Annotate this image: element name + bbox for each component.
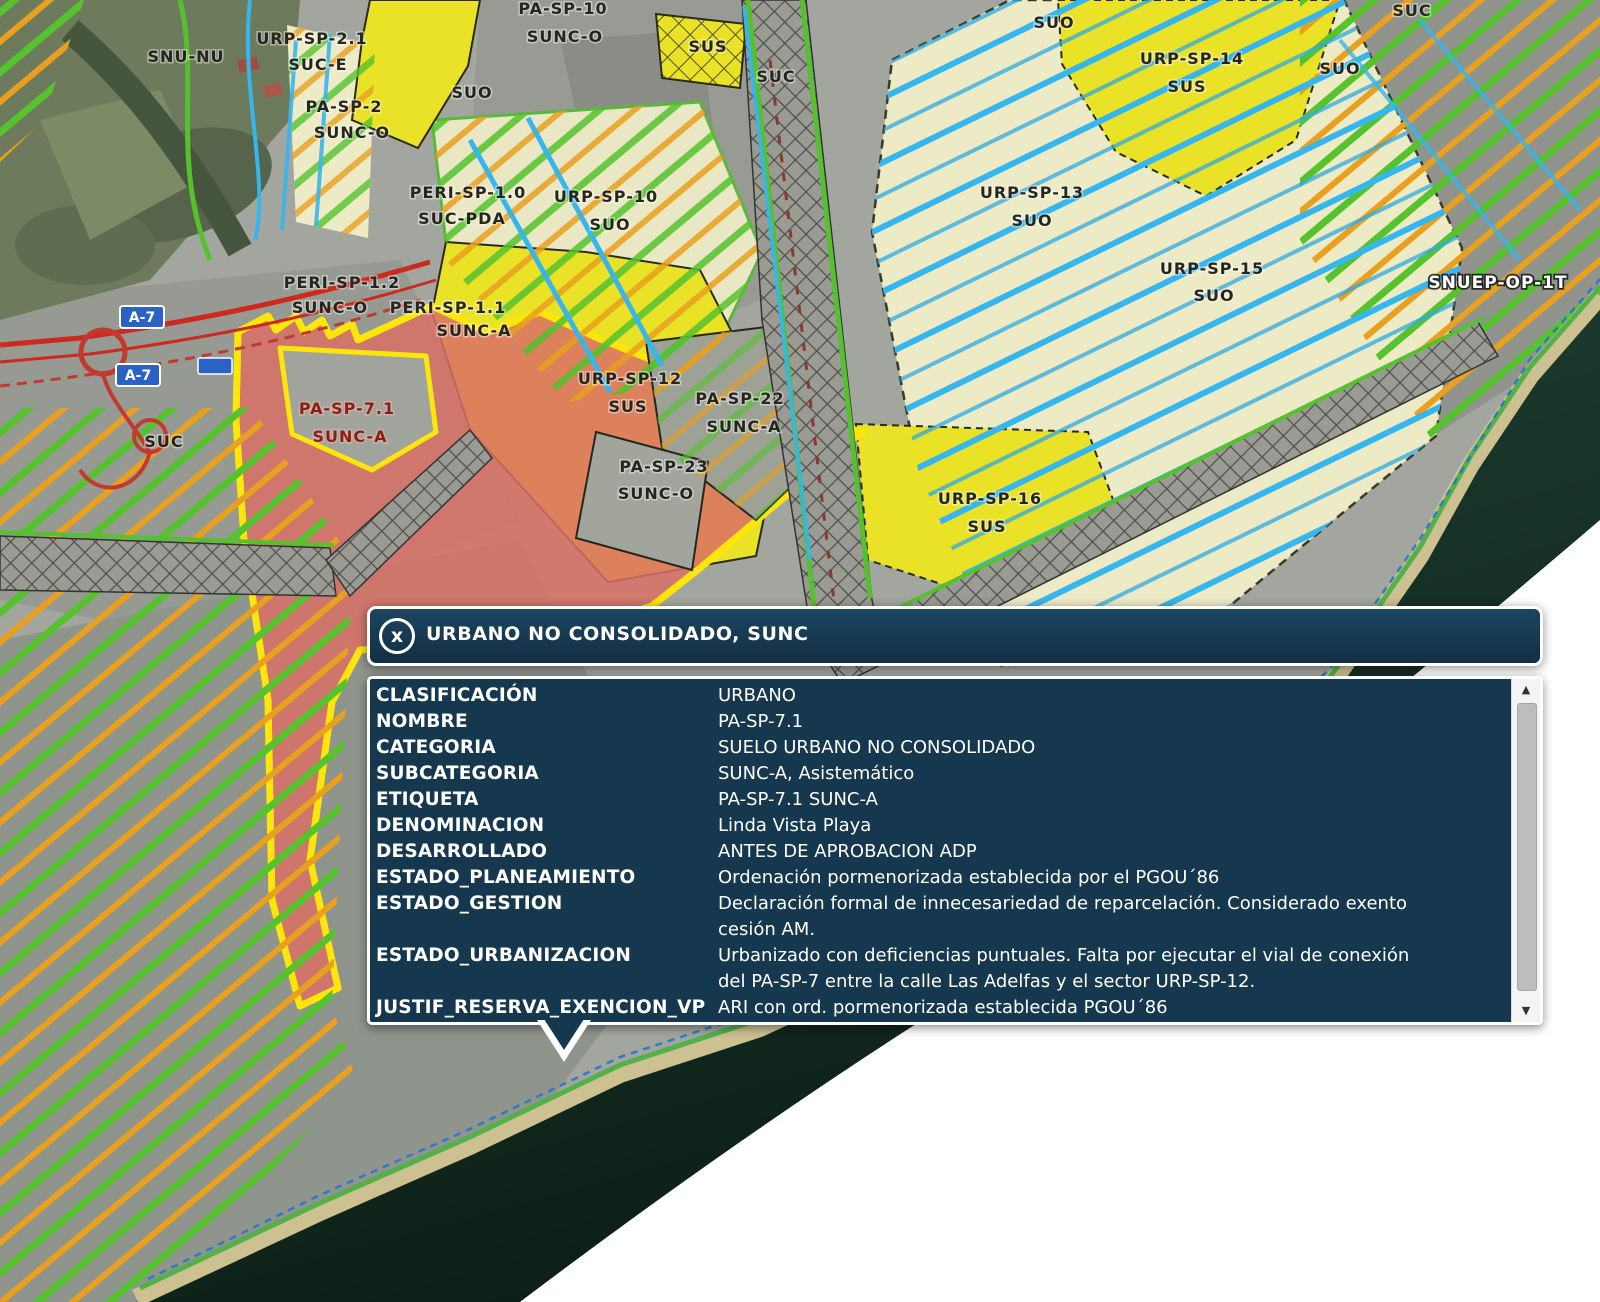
field-value: Ordenación pormenorizada establecida por…	[718, 865, 1436, 891]
field-label: DESARROLLADO	[376, 839, 714, 865]
map-label: URP-SP-15	[1160, 259, 1264, 278]
map-label: SUO	[1319, 59, 1360, 78]
map-label: SUC-E	[288, 55, 347, 74]
map-marker	[198, 358, 232, 374]
map-label: PA-SP-7.1	[299, 399, 395, 418]
field-value: Urbanizado con deficiencias puntuales. F…	[718, 943, 1436, 995]
map-label: SUC-PDA	[418, 209, 506, 228]
field-label: JUSTIF_RESERVA_EXENCION_VP	[376, 995, 714, 1021]
field-value: PA-SP-7.1	[718, 709, 1436, 735]
map-label: SUS	[688, 37, 727, 56]
field-label: CATEGORIA	[376, 735, 714, 761]
field-label: ESTADO_GESTION	[376, 891, 714, 943]
map-label: SUC	[144, 432, 183, 451]
scrollbar[interactable]: ▲ ▼	[1511, 679, 1540, 1022]
popup-pointer-fill	[544, 1019, 584, 1050]
field-label: CLASIFICACIÓN	[376, 683, 714, 709]
map-label: SUNC-O	[527, 27, 603, 46]
map-label: SUNC-A	[312, 427, 387, 446]
map-label: PERI-SP-1.0	[410, 183, 527, 202]
field-label: DENOMINACION	[376, 813, 714, 839]
map-label: SUS	[608, 397, 647, 416]
field-label: NOMBRE	[376, 709, 714, 735]
map-label: SUC	[756, 67, 795, 86]
map-label: PA-SP-22	[695, 389, 784, 408]
field-value: SUELO URBANO NO CONSOLIDADO	[718, 735, 1436, 761]
map-label: PERI-SP-1.1	[390, 298, 507, 317]
map-label: URP-SP-16	[938, 489, 1042, 508]
field-value: SUNC-A, Asistemático	[718, 761, 1436, 787]
map-label: SUS	[967, 517, 1006, 536]
app-window: A-7 A-7 SNU-NU URP-SP-2.1 SUC-E PA-SP-2 …	[0, 0, 1600, 1302]
field-label: SUBCATEGORIA	[376, 761, 714, 787]
map-label: PA-SP-2	[305, 97, 382, 116]
scroll-down-icon[interactable]: ▼	[1512, 1002, 1540, 1020]
map-label: URP-SP-10	[554, 187, 658, 206]
table-row: ESTADO_GESTION Declaración formal de inn…	[376, 891, 1500, 943]
scrollbar-thumb[interactable]	[1517, 703, 1537, 991]
map-label: SUNC-A	[436, 321, 511, 340]
table-row: JUSTIF_RESERVA_EXENCION_VP ARI con ord. …	[376, 995, 1500, 1021]
table-row: ETIQUETA PA-SP-7.1 SUNC-A	[376, 787, 1500, 813]
field-value: ARI con ord. pormenorizada establecida P…	[718, 995, 1436, 1021]
field-label: ESTADO_PLANEAMIENTO	[376, 865, 714, 891]
table-row: NOMBRE PA-SP-7.1	[376, 709, 1500, 735]
map-label: URP-SP-14	[1140, 49, 1244, 68]
map-label: SUC	[1392, 1, 1431, 20]
road-shield-a7: A-7	[120, 306, 164, 328]
map-label: SUO	[1033, 13, 1074, 32]
table-row: SUBCATEGORIA SUNC-A, Asistemático	[376, 761, 1500, 787]
table-row: DESARROLLADO ANTES DE APROBACION ADP	[376, 839, 1500, 865]
table-row: CATEGORIA SUELO URBANO NO CONSOLIDADO	[376, 735, 1500, 761]
popup-title: URBANO NO CONSOLIDADO, SUNC	[426, 623, 809, 645]
field-value: Linda Vista Playa	[718, 813, 1436, 839]
attribute-table: CLASIFICACIÓN URBANO NOMBRE PA-SP-7.1 CA…	[376, 683, 1500, 1021]
map-label: URP-SP-13	[980, 183, 1084, 202]
field-value: ANTES DE APROBACION ADP	[718, 839, 1436, 865]
road-shield-label: A-7	[125, 368, 151, 384]
close-icon[interactable]: x	[379, 618, 415, 654]
map-label: URP-SP-2.1	[256, 29, 367, 48]
map-label: PA-SP-10	[518, 0, 607, 18]
road-shield-label: A-7	[129, 310, 155, 326]
map-label: SNU-NU	[148, 47, 225, 66]
map-label: URP-SP-12	[578, 369, 682, 388]
map-label: SUO	[1193, 286, 1234, 305]
map-label: SUO	[1011, 211, 1052, 230]
field-value: Declaración formal de innecesariedad de …	[718, 891, 1436, 943]
field-value: URBANO	[718, 683, 1436, 709]
popup-body: CLASIFICACIÓN URBANO NOMBRE PA-SP-7.1 CA…	[367, 676, 1543, 1025]
table-row: ESTADO_URBANIZACION Urbanizado con defic…	[376, 943, 1500, 995]
popup-header: x URBANO NO CONSOLIDADO, SUNC	[367, 606, 1543, 666]
field-value: PA-SP-7.1 SUNC-A	[718, 787, 1436, 813]
road-shield-a7: A-7	[116, 364, 160, 386]
map-label: SUO	[451, 83, 492, 102]
scroll-up-icon[interactable]: ▲	[1512, 681, 1540, 699]
map-label: SUNC-O	[314, 123, 390, 142]
table-row: ESTADO_PLANEAMIENTO Ordenación pormenori…	[376, 865, 1500, 891]
table-row: DENOMINACION Linda Vista Playa	[376, 813, 1500, 839]
table-row: CLASIFICACIÓN URBANO	[376, 683, 1500, 709]
map-label: SUO	[589, 215, 630, 234]
feature-info-popup: x URBANO NO CONSOLIDADO, SUNC CLASIFICAC…	[367, 606, 1543, 1066]
field-label: ESTADO_URBANIZACION	[376, 943, 714, 995]
map-label: PERI-SP-1.2	[284, 273, 401, 292]
map-label: SUNC-O	[292, 298, 368, 317]
map-label: SNUEP-OP-1T	[1428, 273, 1567, 293]
map-label: PA-SP-23	[619, 457, 708, 476]
map-label: SUNC-A	[706, 417, 781, 436]
map-label: SUNC-O	[618, 484, 694, 503]
map-label: SUS	[1167, 77, 1206, 96]
field-label: ETIQUETA	[376, 787, 714, 813]
